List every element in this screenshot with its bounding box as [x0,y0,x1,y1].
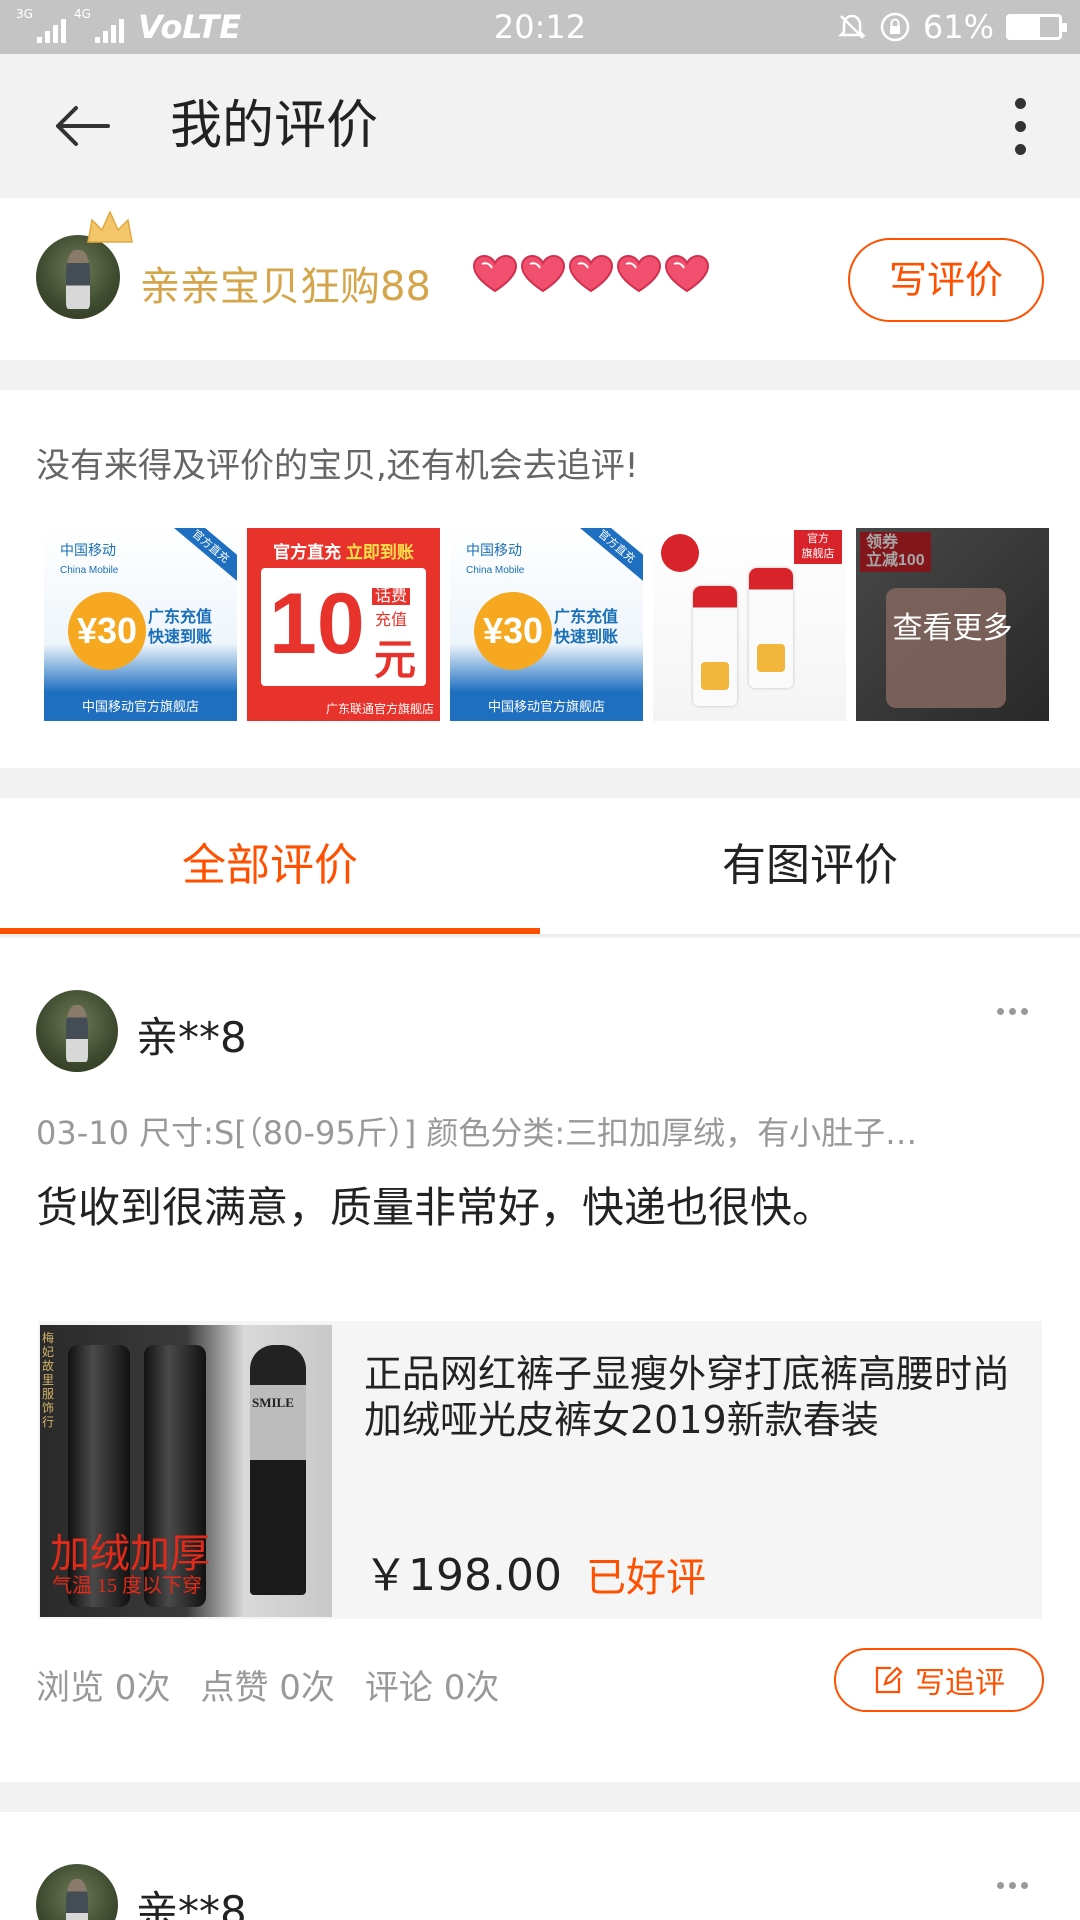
rotation-lock-icon [880,12,910,42]
bottle-image [749,568,793,688]
pending-hint: 没有来得及评价的宝贝,还有机会去追评! [36,446,639,486]
view-more-item[interactable]: 领券 立减100 查看更多 [856,528,1049,721]
heart-icon [520,254,566,293]
heart-icon [616,254,662,293]
more-vertical-icon[interactable] [1010,98,1030,158]
review-card: 亲**8 03-10 尺寸:S[（80-95斤）] 颜色分类:三扣加厚绒，有小肚… [0,938,1080,1782]
tab-all-reviews[interactable]: 全部评价 [0,798,540,934]
edit-icon [875,1666,903,1694]
status-bar: 3G 4G VoLTE 20:12 61% [0,0,1080,54]
bottle-image [693,586,737,706]
user-card: 亲亲宝贝狂购88 写评价 [0,198,1080,360]
pending-review-section: 没有来得及评价的宝贝,还有机会去追评! 中国移动 China Mobile 官方直… [0,390,1080,768]
user-nickname: 亲亲宝贝狂购88 [140,264,431,310]
pending-item-lotion[interactable]: 官方 旗舰店 [653,528,846,721]
china-mobile-logo: 中国移动 China Mobile [60,542,119,576]
more-horizontal-icon[interactable] [997,1882,1028,1889]
review-tabs: 全部评价 有图评价 [0,798,1080,936]
comments-count: 评论 0次 [364,1668,500,1708]
views-count: 浏览 0次 [36,1668,171,1708]
review-card: 亲**8 [0,1812,1080,1920]
review-content: 货收到很满意，质量非常好，快递也很快。 [36,1183,835,1232]
review-status-badge: 已好评 [586,1555,706,1601]
product-card[interactable]: 梅妃故里服饰行 SMILE 加绒加厚 气温 15 度以下穿 正品网红裤子显瘦外穿… [38,1321,1042,1619]
crown-icon [87,210,133,243]
app-bar: 我的评价 [0,54,1080,198]
battery-level [1009,17,1040,37]
follow-up-review-label: 写追评 [915,1666,1005,1701]
pending-item-mobile-topup[interactable]: 中国移动 China Mobile 官方直充 ¥30 广东充值 快速到账 中国移动官… [44,528,237,721]
battery-icon [1006,14,1067,40]
view-more-label: 查看更多 [856,528,1049,721]
status-right: 61% [837,8,1067,46]
avatar[interactable] [36,990,118,1072]
pending-item-unicom-topup[interactable]: 官方直充 立即到账 10 话费 充值 元 广东联通官方旗舰店 [247,528,440,721]
reviewer-name: 亲**8 [136,1887,247,1920]
product-image: 梅妃故里服饰行 SMILE 加绒加厚 气温 15 度以下穿 [40,1325,332,1617]
credit-hearts [472,254,710,294]
likes-count: 点赞 0次 [200,1668,335,1708]
mute-icon [837,14,866,39]
tab-indicator [0,928,540,934]
brand-logo [661,534,699,572]
follow-up-review-button[interactable]: 写追评 [834,1648,1044,1712]
back-arrow-icon[interactable] [50,94,114,158]
product-price: ￥198.00 [364,1550,562,1601]
product-title: 正品网红裤子显瘦外穿打底裤高腰时尚加绒哑光皮裤女2019新款春装 [364,1352,1011,1442]
heart-icon [472,254,518,293]
page-title: 我的评价 [170,96,379,156]
write-review-button[interactable]: 写评价 [848,238,1044,322]
battery-percent: 61% [922,8,994,46]
pending-items: 中国移动 China Mobile 官方直充 ¥30 广东充值 快速到账 中国移动官… [44,528,1049,721]
review-stats: 浏览 0次 点赞 0次 评论 0次 [36,1660,499,1709]
avatar[interactable] [36,1864,118,1920]
heart-icon [664,254,710,293]
pending-item-mobile-topup[interactable]: 中国移动 China Mobile 官方直充 ¥30 广东充值 快速到账 中国移动官… [450,528,643,721]
tab-image-reviews[interactable]: 有图评价 [540,798,1080,934]
review-meta: 03-10 尺寸:S[（80-95斤）] 颜色分类:三扣加厚绒，有小肚子… [36,1114,918,1152]
reviewer-name: 亲**8 [136,1013,247,1062]
more-horizontal-icon[interactable] [997,1008,1028,1015]
heart-icon [568,254,614,293]
china-mobile-logo: 中国移动 China Mobile [466,542,525,576]
